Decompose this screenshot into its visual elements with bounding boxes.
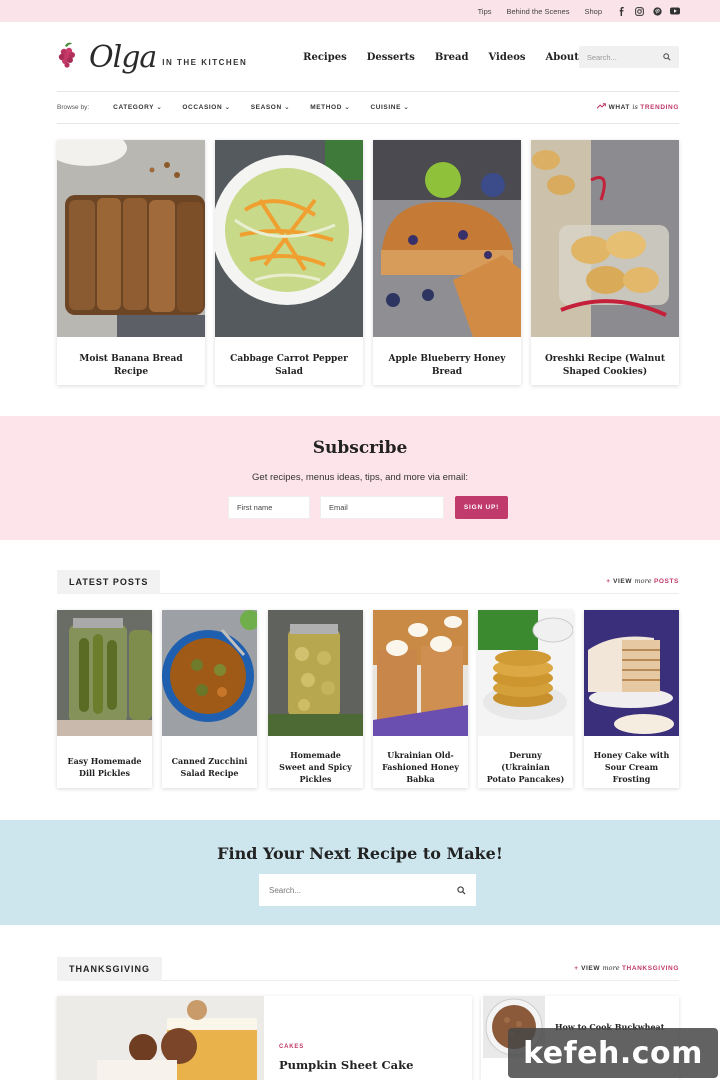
- email-placeholder: Email: [329, 503, 348, 512]
- chevron-down-icon: ⌄: [284, 104, 291, 111]
- dill-pickles-image: [57, 610, 152, 736]
- post-card-title: Homemade Sweet and Spicy Pickles: [279, 750, 352, 784]
- post-card[interactable]: Easy Homemade Dill Pickles: [57, 610, 152, 788]
- first-name-field[interactable]: First name: [228, 496, 310, 519]
- nav-videos[interactable]: Videos: [488, 52, 525, 63]
- nav-about[interactable]: About: [546, 52, 579, 63]
- recipe-search-placeholder: Search...: [269, 885, 302, 895]
- post-card-title: Ukrainian Old-Fashioned Honey Babka: [382, 750, 459, 784]
- zucchini-salad-image: [162, 610, 260, 736]
- honey-babka-image: [373, 610, 468, 736]
- raspberry-logo-icon: [58, 42, 75, 68]
- view-more-posts-link[interactable]: + VIEW more POSTS: [606, 577, 679, 585]
- browse-occasion[interactable]: OCCASION ⌄: [182, 103, 230, 111]
- top-utility-bar: Tips Behind the Scenes Shop: [0, 0, 720, 22]
- subscribe-text: Get recipes, menus ideas, tips, and more…: [252, 472, 468, 483]
- find-recipe-section: Find Your Next Recipe to Make! Search...: [0, 820, 720, 925]
- post-card-title: Canned Zucchini Salad Recipe: [171, 756, 248, 778]
- browse-label: Browse by:: [57, 103, 90, 111]
- chevron-down-icon: ⌄: [156, 104, 163, 111]
- post-card-title: Honey Cake with Sour Cream Frosting: [593, 750, 670, 784]
- blueberry-bread-image: [373, 140, 521, 337]
- utility-link-shop[interactable]: Shop: [584, 7, 602, 16]
- cabbage-salad-image: [212, 140, 363, 337]
- featured-card[interactable]: Cabbage Carrot Pepper Salad: [212, 140, 363, 385]
- logo-script: Olga: [89, 39, 157, 75]
- browse-divider: [57, 123, 679, 124]
- card-category-label[interactable]: CAKES: [279, 1044, 304, 1050]
- header-divider: [57, 91, 679, 92]
- header-search-input[interactable]: Search...: [578, 46, 679, 68]
- card-title: Pumpkin Sheet Cake: [279, 1058, 414, 1072]
- logo-subtitle: IN THE KITCHEN: [162, 57, 248, 67]
- latest-posts-title: LATEST POSTS: [57, 570, 161, 594]
- email-field[interactable]: Email: [320, 496, 444, 519]
- featured-card-title: Apple Blueberry Honey Bread: [388, 354, 506, 377]
- pinterest-icon[interactable]: [652, 6, 662, 16]
- featured-card-title: Oreshki Recipe (Walnut Shaped Cookies): [544, 354, 666, 377]
- deruny-pancakes-image: [478, 610, 574, 736]
- post-card-title: Deruny (Ukrainian Potato Pancakes): [486, 750, 565, 784]
- youtube-icon[interactable]: [670, 6, 680, 16]
- post-card[interactable]: Honey Cake with Sour Cream Frosting: [584, 610, 679, 788]
- featured-card[interactable]: Apple Blueberry Honey Bread: [373, 140, 521, 385]
- subscribe-section: Subscribe Get recipes, menus ideas, tips…: [0, 416, 720, 540]
- featured-card-title: Cabbage Carrot Pepper Salad: [230, 354, 348, 377]
- sweet-spicy-pickles-image: [268, 610, 363, 736]
- nav-recipes[interactable]: Recipes: [303, 52, 347, 63]
- nav-desserts[interactable]: Desserts: [367, 52, 415, 63]
- section-divider: [162, 980, 679, 981]
- plus-icon: +: [606, 578, 611, 585]
- thanksgiving-title: THANKSGIVING: [57, 957, 163, 981]
- section-divider: [160, 593, 679, 594]
- pumpkin-sheet-cake-image: [57, 996, 264, 1080]
- first-name-placeholder: First name: [237, 503, 273, 512]
- search-icon[interactable]: [663, 53, 671, 61]
- honey-cake-image: [584, 610, 679, 736]
- browse-season[interactable]: SEASON ⌄: [251, 103, 291, 111]
- chevron-down-icon: ⌄: [224, 104, 231, 111]
- browse-cuisine[interactable]: CUISINE ⌄: [370, 103, 409, 111]
- featured-card-title: Moist Banana Bread Recipe: [79, 354, 183, 377]
- plus-icon: +: [574, 965, 579, 972]
- thanksgiving-feature-card[interactable]: CAKES Pumpkin Sheet Cake: [57, 996, 472, 1080]
- site-logo[interactable]: Olga IN THE KITCHEN: [57, 40, 289, 75]
- post-card[interactable]: Canned Zucchini Salad Recipe: [162, 610, 260, 788]
- sign-up-button[interactable]: SIGN UP!: [455, 496, 508, 519]
- utility-link-behind-the-scenes[interactable]: Behind the Scenes: [507, 7, 570, 16]
- utility-link-tips[interactable]: Tips: [478, 7, 492, 16]
- post-card[interactable]: Deruny (Ukrainian Potato Pancakes): [478, 610, 574, 788]
- social-links: [616, 6, 680, 16]
- facebook-icon[interactable]: [616, 6, 626, 16]
- nav-bread[interactable]: Bread: [435, 52, 469, 63]
- find-recipe-title: Find Your Next Recipe to Make!: [217, 844, 503, 863]
- watermark: kefeh.com: [508, 1028, 718, 1078]
- post-card[interactable]: Homemade Sweet and Spicy Pickles: [268, 610, 363, 788]
- search-icon[interactable]: [457, 885, 466, 895]
- featured-card[interactable]: Moist Banana Bread Recipe: [47, 130, 205, 385]
- browse-bar: Browse by: CATEGORY ⌄ OCCASION ⌄ SEASON …: [57, 100, 679, 114]
- oreshki-cookies-image: [531, 140, 679, 337]
- browse-category[interactable]: CATEGORY ⌄: [113, 103, 162, 111]
- trending-link[interactable]: WHAT is TRENDING: [596, 103, 679, 111]
- chevron-down-icon: ⌄: [403, 104, 410, 111]
- featured-card[interactable]: Oreshki Recipe (Walnut Shaped Cookies): [531, 140, 679, 385]
- utility-links: Tips Behind the Scenes Shop: [478, 7, 602, 16]
- site-header: Olga IN THE KITCHEN Recipes Desserts Bre…: [57, 28, 679, 86]
- recipe-search-input[interactable]: Search...: [259, 874, 476, 906]
- post-card-title: Easy Homemade Dill Pickles: [67, 756, 142, 778]
- thanksgiving-heading: THANKSGIVING + VIEW more THANKSGIVING: [57, 957, 679, 981]
- header-search-placeholder: Search...: [586, 52, 617, 62]
- chevron-down-icon: ⌄: [344, 104, 351, 111]
- instagram-icon[interactable]: [634, 6, 644, 16]
- subscribe-title: Subscribe: [312, 438, 408, 458]
- banana-bread-image: [47, 130, 205, 337]
- post-card[interactable]: Ukrainian Old-Fashioned Honey Babka: [373, 610, 468, 788]
- browse-method[interactable]: METHOD ⌄: [310, 103, 350, 111]
- latest-posts-heading: LATEST POSTS + VIEW more POSTS: [57, 570, 679, 594]
- view-more-thanksgiving-link[interactable]: + VIEW more THANKSGIVING: [574, 964, 679, 972]
- main-nav: Recipes Desserts Bread Videos About: [303, 52, 579, 63]
- trending-icon: [596, 103, 607, 109]
